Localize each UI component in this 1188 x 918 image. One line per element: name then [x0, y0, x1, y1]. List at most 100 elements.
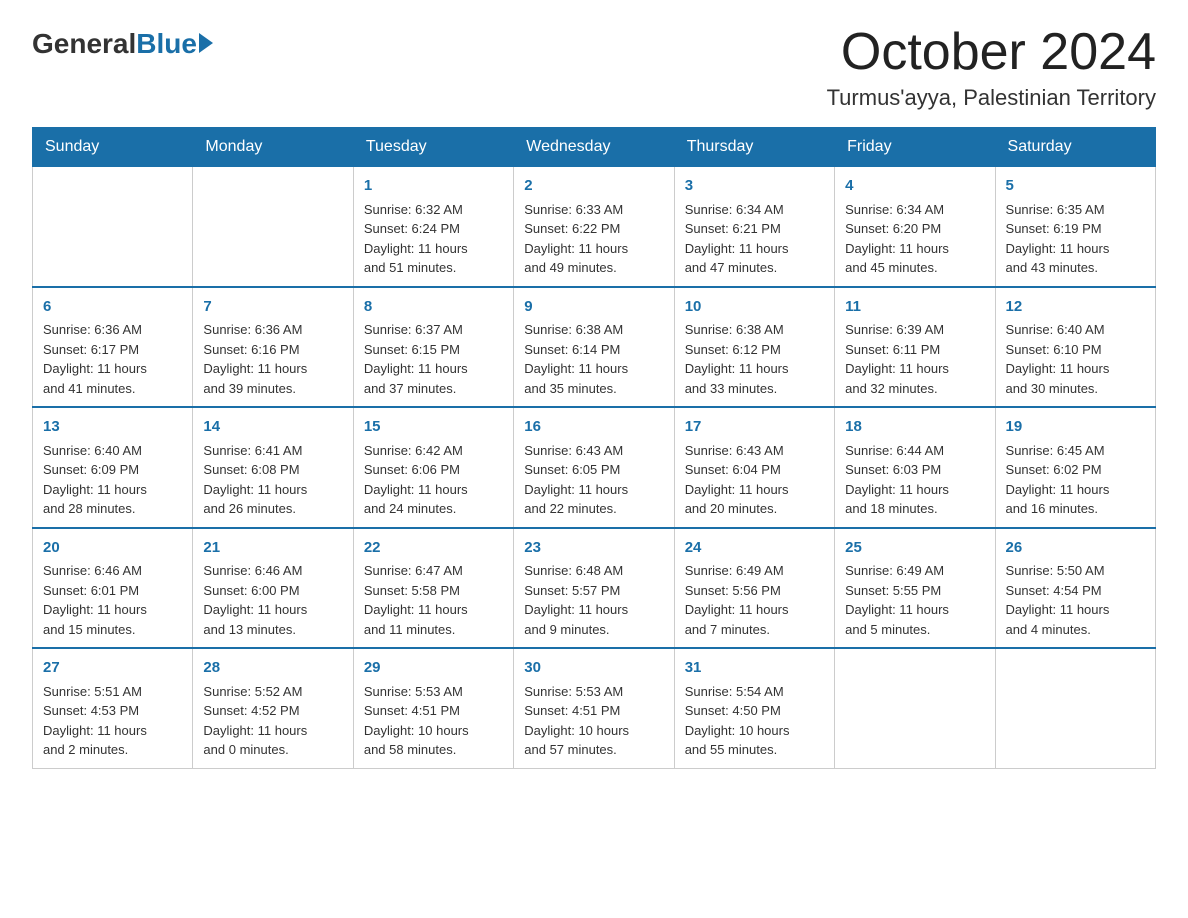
day-info: Sunrise: 5:54 AM	[685, 682, 824, 702]
calendar-cell: 9Sunrise: 6:38 AMSunset: 6:14 PMDaylight…	[514, 287, 674, 408]
day-info: and 51 minutes.	[364, 258, 503, 278]
day-info: Sunrise: 6:38 AM	[685, 320, 824, 340]
day-info: Daylight: 11 hours	[364, 239, 503, 259]
calendar-cell: 16Sunrise: 6:43 AMSunset: 6:05 PMDayligh…	[514, 407, 674, 528]
day-number: 5	[1006, 175, 1145, 198]
day-info: Daylight: 11 hours	[685, 600, 824, 620]
day-number: 25	[845, 537, 984, 560]
day-info: Sunrise: 6:46 AM	[203, 561, 342, 581]
logo-blue-text: Blue	[136, 28, 197, 60]
day-info: Sunset: 6:02 PM	[1006, 460, 1145, 480]
day-info: Sunrise: 6:48 AM	[524, 561, 663, 581]
calendar-cell: 26Sunrise: 5:50 AMSunset: 4:54 PMDayligh…	[995, 528, 1155, 649]
day-info: Sunset: 4:54 PM	[1006, 581, 1145, 601]
day-info: Daylight: 11 hours	[43, 600, 182, 620]
day-info: and 28 minutes.	[43, 499, 182, 519]
day-info: Sunrise: 6:36 AM	[203, 320, 342, 340]
day-number: 20	[43, 537, 182, 560]
day-number: 30	[524, 657, 663, 680]
calendar-week-row: 1Sunrise: 6:32 AMSunset: 6:24 PMDaylight…	[33, 167, 1156, 287]
day-info: Sunset: 5:56 PM	[685, 581, 824, 601]
day-number: 14	[203, 416, 342, 439]
day-info: Sunset: 5:58 PM	[364, 581, 503, 601]
day-info: Sunset: 6:16 PM	[203, 340, 342, 360]
day-info: and 5 minutes.	[845, 620, 984, 640]
day-info: and 45 minutes.	[845, 258, 984, 278]
day-number: 28	[203, 657, 342, 680]
calendar-cell: 31Sunrise: 5:54 AMSunset: 4:50 PMDayligh…	[674, 648, 834, 768]
day-info: Sunset: 4:51 PM	[364, 701, 503, 721]
calendar-cell: 27Sunrise: 5:51 AMSunset: 4:53 PMDayligh…	[33, 648, 193, 768]
calendar-cell: 5Sunrise: 6:35 AMSunset: 6:19 PMDaylight…	[995, 167, 1155, 287]
day-info: and 16 minutes.	[1006, 499, 1145, 519]
day-info: Daylight: 11 hours	[685, 480, 824, 500]
calendar-header-saturday: Saturday	[995, 128, 1155, 167]
day-info: Sunset: 6:21 PM	[685, 219, 824, 239]
logo-general-text: General	[32, 28, 136, 60]
day-info: Daylight: 10 hours	[524, 721, 663, 741]
day-info: Daylight: 11 hours	[203, 721, 342, 741]
calendar-header-thursday: Thursday	[674, 128, 834, 167]
calendar-cell: 22Sunrise: 6:47 AMSunset: 5:58 PMDayligh…	[353, 528, 513, 649]
day-info: Daylight: 11 hours	[43, 480, 182, 500]
day-number: 29	[364, 657, 503, 680]
calendar-week-row: 20Sunrise: 6:46 AMSunset: 6:01 PMDayligh…	[33, 528, 1156, 649]
day-info: Daylight: 11 hours	[845, 239, 984, 259]
day-number: 19	[1006, 416, 1145, 439]
calendar-header-wednesday: Wednesday	[514, 128, 674, 167]
day-info: and 24 minutes.	[364, 499, 503, 519]
title-section: October 2024 Turmus'ayya, Palestinian Te…	[827, 24, 1156, 111]
day-info: and 49 minutes.	[524, 258, 663, 278]
day-info: Daylight: 11 hours	[203, 600, 342, 620]
day-info: Sunset: 6:03 PM	[845, 460, 984, 480]
calendar-cell: 2Sunrise: 6:33 AMSunset: 6:22 PMDaylight…	[514, 167, 674, 287]
day-info: and 57 minutes.	[524, 740, 663, 760]
day-number: 3	[685, 175, 824, 198]
day-info: Sunrise: 6:37 AM	[364, 320, 503, 340]
calendar-cell	[33, 167, 193, 287]
calendar-cell: 11Sunrise: 6:39 AMSunset: 6:11 PMDayligh…	[835, 287, 995, 408]
calendar-cell: 18Sunrise: 6:44 AMSunset: 6:03 PMDayligh…	[835, 407, 995, 528]
day-number: 13	[43, 416, 182, 439]
day-number: 7	[203, 296, 342, 319]
calendar-cell	[995, 648, 1155, 768]
day-info: Daylight: 11 hours	[524, 239, 663, 259]
day-info: Sunset: 6:15 PM	[364, 340, 503, 360]
day-info: Sunrise: 6:43 AM	[524, 441, 663, 461]
day-info: Daylight: 11 hours	[203, 480, 342, 500]
calendar-cell: 15Sunrise: 6:42 AMSunset: 6:06 PMDayligh…	[353, 407, 513, 528]
calendar-cell: 20Sunrise: 6:46 AMSunset: 6:01 PMDayligh…	[33, 528, 193, 649]
page-header: General Blue October 2024 Turmus'ayya, P…	[32, 24, 1156, 111]
day-info: Sunrise: 6:35 AM	[1006, 200, 1145, 220]
day-info: Sunset: 4:51 PM	[524, 701, 663, 721]
logo-blue-part: Blue	[136, 28, 213, 60]
day-info: Sunset: 6:19 PM	[1006, 219, 1145, 239]
day-info: Sunrise: 6:40 AM	[1006, 320, 1145, 340]
day-info: Sunset: 6:10 PM	[1006, 340, 1145, 360]
calendar-header-sunday: Sunday	[33, 128, 193, 167]
day-info: Sunset: 5:55 PM	[845, 581, 984, 601]
day-info: Sunrise: 6:32 AM	[364, 200, 503, 220]
day-info: Daylight: 11 hours	[43, 721, 182, 741]
day-info: Sunset: 6:11 PM	[845, 340, 984, 360]
calendar-week-row: 27Sunrise: 5:51 AMSunset: 4:53 PMDayligh…	[33, 648, 1156, 768]
day-info: and 33 minutes.	[685, 379, 824, 399]
calendar-cell: 24Sunrise: 6:49 AMSunset: 5:56 PMDayligh…	[674, 528, 834, 649]
day-info: Daylight: 11 hours	[1006, 480, 1145, 500]
day-info: Daylight: 11 hours	[43, 359, 182, 379]
day-info: and 47 minutes.	[685, 258, 824, 278]
day-info: and 32 minutes.	[845, 379, 984, 399]
day-info: Daylight: 11 hours	[845, 359, 984, 379]
day-info: Sunrise: 6:34 AM	[685, 200, 824, 220]
day-info: Sunset: 6:20 PM	[845, 219, 984, 239]
day-info: Sunrise: 6:33 AM	[524, 200, 663, 220]
day-info: Sunset: 6:06 PM	[364, 460, 503, 480]
calendar-cell: 19Sunrise: 6:45 AMSunset: 6:02 PMDayligh…	[995, 407, 1155, 528]
day-info: Sunrise: 6:36 AM	[43, 320, 182, 340]
day-number: 31	[685, 657, 824, 680]
day-info: and 22 minutes.	[524, 499, 663, 519]
day-info: and 2 minutes.	[43, 740, 182, 760]
day-info: Sunset: 4:53 PM	[43, 701, 182, 721]
calendar-cell: 10Sunrise: 6:38 AMSunset: 6:12 PMDayligh…	[674, 287, 834, 408]
logo: General Blue	[32, 24, 213, 60]
